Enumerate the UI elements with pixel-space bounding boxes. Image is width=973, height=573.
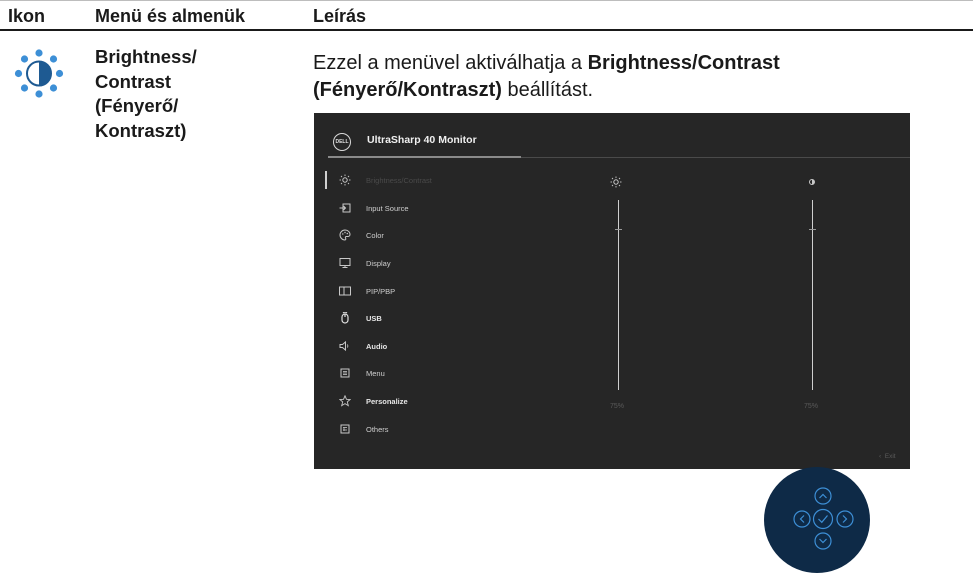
column-header-description: Leírás <box>313 6 367 26</box>
osd-menu-item-label: PIP/PBP <box>366 286 396 296</box>
star-icon <box>338 394 352 408</box>
osd-menu-item-usb[interactable]: USB <box>338 310 382 326</box>
joystick-left-button[interactable] <box>793 510 811 528</box>
osd-menu-item-pip-pbp[interactable]: PIP/PBP <box>338 283 395 299</box>
mouse-icon <box>338 311 352 325</box>
osd-screenshot: DELL UltraSharp 40 Monitor Brightness/Co… <box>314 113 910 469</box>
osd-menu-item-input-source[interactable]: Input Source <box>338 200 409 216</box>
osd-menu-item-color[interactable]: Color <box>338 227 384 243</box>
osd-menu-item-display[interactable]: Display <box>338 255 391 271</box>
brightness-slider-icon <box>610 175 624 189</box>
osd-exit-label: Exit <box>884 453 896 460</box>
joystick-right-button[interactable] <box>836 510 854 528</box>
osd-menu-item-label: Audio <box>366 341 388 351</box>
column-header-menu: Menü és almenük <box>95 6 246 26</box>
description-lead: Ezzel a menüvel aktiválhatja a <box>313 52 588 74</box>
joystick-controller <box>764 467 870 573</box>
sun-icon <box>338 173 352 187</box>
input-source-icon <box>338 201 352 215</box>
menu-name-line: Brightness/ <box>95 46 197 67</box>
osd-menu-item-label: Brightness/Contrast <box>366 175 432 185</box>
column-header-icon: Ikon <box>8 6 46 26</box>
osd-menu-item-label: Personalize <box>366 396 408 406</box>
osd-menu-item-audio[interactable]: Audio <box>338 338 387 354</box>
osd-menu-item-personalize[interactable]: Personalize <box>338 393 408 409</box>
osd-menu-item-label: USB <box>366 313 382 323</box>
osd-title: UltraSharp 40 Monitor <box>367 134 477 146</box>
display-icon <box>338 256 352 270</box>
menu-name-line: (Fényerő/ <box>95 95 179 116</box>
osd-exit-button[interactable]: ‹ Exit <box>879 453 896 460</box>
contrast-slider-handle[interactable] <box>809 229 816 230</box>
contrast-value: 75% <box>804 403 819 410</box>
menu-name-line: Kontraszt) <box>95 119 187 141</box>
speaker-icon <box>338 339 352 353</box>
menu-name-line: Contrast <box>95 70 172 92</box>
osd-header: DELL UltraSharp 40 Monitor <box>314 113 910 158</box>
top-rule <box>0 0 973 1</box>
brightness-icon <box>8 37 78 107</box>
joystick-up-button[interactable] <box>814 487 832 505</box>
osd-menu-item-label: Input Source <box>366 203 409 213</box>
osd-menu-item-menu[interactable]: Menu <box>338 365 385 381</box>
palette-icon <box>338 228 352 242</box>
dell-logo: DELL <box>333 133 351 151</box>
osd-menu-item-label: Others <box>366 424 389 434</box>
osd-menu-item-label: Display <box>366 258 391 268</box>
menu-name: Brightness/ Contrast (Fényerő/ Kontraszt… <box>95 45 295 143</box>
osd-menu-item-label: Color <box>366 230 384 240</box>
brightness-value: 75% <box>610 403 625 410</box>
description-tail: beállítást. <box>501 79 594 101</box>
brightness-slider-handle[interactable] <box>615 229 622 230</box>
description-text: Ezzel a menüvel aktiválhatja a Brightnes… <box>313 50 913 104</box>
osd-selection-indicator <box>325 171 327 189</box>
menu-icon <box>338 366 352 380</box>
others-icon <box>338 422 352 436</box>
header-rule <box>0 29 973 31</box>
pip-icon <box>338 284 352 298</box>
joystick-down-button[interactable] <box>814 532 832 550</box>
osd-menu-item-brightness-contrast[interactable]: Brightness/Contrast <box>338 172 432 188</box>
osd-header-highlight <box>328 156 521 158</box>
contrast-slider-icon <box>806 175 820 189</box>
osd-menu-item-label: Menu <box>366 368 385 378</box>
osd-menu-item-others[interactable]: Others <box>338 421 389 437</box>
joystick-ok-button[interactable] <box>812 508 834 530</box>
